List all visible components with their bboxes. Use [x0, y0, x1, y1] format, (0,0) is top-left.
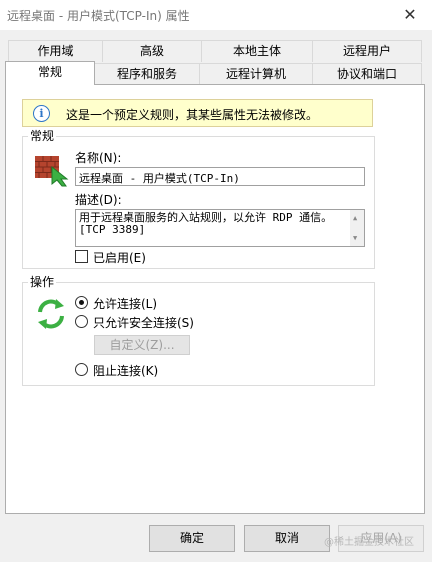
info-banner: i 这是一个预定义规则，其某些属性无法被修改。 — [22, 99, 373, 127]
description-label: 描述(D): — [75, 193, 122, 207]
firewall-brick-icon — [34, 153, 70, 187]
scroll-down-icon[interactable]: ▼ — [353, 232, 357, 244]
tab-protocols-ports[interactable]: 协议和端口 — [312, 63, 422, 85]
enabled-label: 已启用(E) — [93, 251, 146, 265]
customize-button[interactable]: 自定义(Z)... — [94, 335, 190, 355]
name-label: 名称(N): — [75, 151, 122, 165]
general-group-title: 常规 — [28, 129, 57, 143]
tab-remote-users[interactable]: 远程用户 — [312, 40, 422, 62]
scroll-up-icon[interactable]: ▲ — [353, 212, 357, 224]
action-group-title: 操作 — [28, 275, 57, 289]
watermark: @稀土掘金技术社区 — [324, 537, 414, 548]
general-tab-panel: i 这是一个预定义规则，其某些属性无法被修改。 常规 名称(N): 远程桌面 -… — [5, 84, 425, 514]
description-field[interactable]: 用于远程桌面服务的入站规则，以允许 RDP 通信。 [TCP 3389] ▲ ▼ — [75, 209, 365, 247]
cancel-button[interactable]: 取消 — [244, 525, 330, 552]
window-title: 远程桌面 - 用户模式(TCP-In) 属性 — [7, 9, 190, 23]
tab-local-principals[interactable]: 本地主体 — [201, 40, 313, 62]
block-connection-label: 阻止连接(K) — [93, 364, 159, 378]
general-group: 常规 名称(N): 远程桌面 - 用户模式(TCP-In) 描述(D): 用于远… — [22, 129, 375, 269]
tab-advanced[interactable]: 高级 — [102, 40, 202, 62]
name-field[interactable]: 远程桌面 - 用户模式(TCP-In) — [75, 167, 365, 186]
refresh-arrows-icon — [34, 297, 68, 331]
allow-secure-label: 只允许安全连接(S) — [93, 316, 194, 330]
description-line: [TCP 3389] — [79, 223, 146, 236]
close-button[interactable]: ✕ — [388, 0, 432, 30]
title-bar: 远程桌面 - 用户模式(TCP-In) 属性 ✕ — [0, 0, 432, 30]
tab-scope[interactable]: 作用域 — [8, 40, 103, 62]
action-group: 操作 允许连接(L) 只允许安全连接(S) 自定义(Z)... 阻止连接(K) — [22, 275, 375, 386]
allow-secure-radio[interactable] — [75, 315, 88, 328]
block-connection-radio[interactable] — [75, 363, 88, 376]
tab-general[interactable]: 常规 — [5, 61, 95, 85]
allow-connection-radio[interactable] — [75, 296, 88, 309]
enabled-checkbox[interactable] — [75, 250, 88, 263]
info-text: 这是一个预定义规则，其某些属性无法被修改。 — [66, 108, 319, 122]
tab-programs-services[interactable]: 程序和服务 — [94, 63, 200, 85]
description-scrollbar[interactable]: ▲ ▼ — [350, 210, 364, 246]
tab-remote-computers[interactable]: 远程计算机 — [199, 63, 313, 85]
info-icon: i — [33, 105, 50, 122]
radio-selected-dot — [79, 300, 84, 305]
allow-connection-label: 允许连接(L) — [93, 297, 158, 311]
ok-button[interactable]: 确定 — [149, 525, 235, 552]
